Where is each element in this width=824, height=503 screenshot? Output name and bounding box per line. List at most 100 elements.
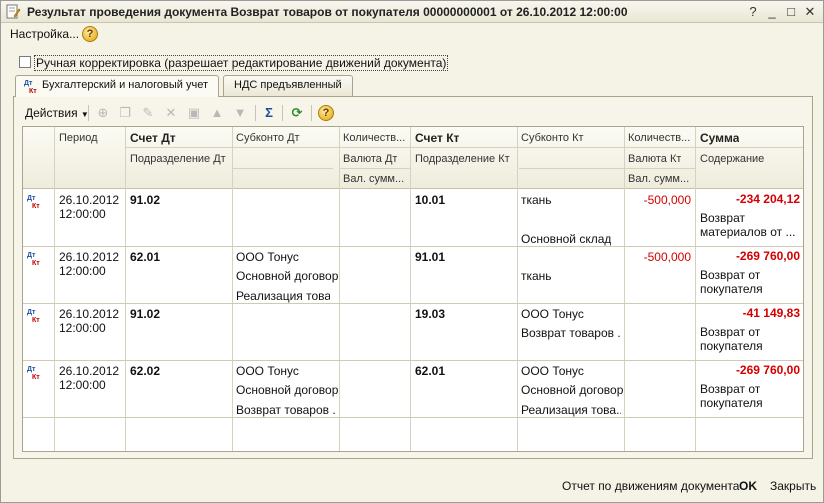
header-quantity-dt[interactable]: Количеств... bbox=[343, 132, 409, 144]
svg-text:Кт: Кт bbox=[32, 317, 40, 323]
header-currency-sum-dt[interactable]: Вал. сумм... bbox=[343, 173, 404, 185]
column-divider bbox=[624, 127, 625, 451]
header-account-kt[interactable]: Счет Кт bbox=[415, 131, 459, 145]
row-divider bbox=[23, 417, 803, 418]
svg-text:Дт: Дт bbox=[27, 309, 36, 316]
header-subconto-dt[interactable]: Субконто Дт bbox=[236, 132, 300, 144]
svg-text:Дт: Дт bbox=[27, 252, 36, 259]
column-divider bbox=[232, 127, 233, 451]
header-currency-kt[interactable]: Валюта Кт bbox=[628, 153, 681, 165]
row-account-kt: 10.01 bbox=[415, 193, 446, 207]
row-content: покупателя bbox=[700, 396, 763, 410]
row-subconto-kt: ткань bbox=[521, 269, 552, 283]
row-subconto-dt: Основной договор bbox=[236, 269, 339, 283]
maximize-button[interactable]: □ bbox=[783, 4, 799, 20]
toolbar-separator bbox=[282, 105, 283, 121]
manual-correction-label[interactable]: Ручная корректировка (разрешает редактир… bbox=[34, 55, 449, 71]
tab-vat-label: НДС предъявленный bbox=[234, 79, 342, 91]
header-divider bbox=[624, 168, 695, 169]
tab-accounting-label: Бухгалтерский и налоговый учет bbox=[42, 79, 209, 91]
header-currency-dt[interactable]: Валюта Дт bbox=[343, 153, 397, 165]
row-time: 12:00:00 bbox=[59, 378, 106, 392]
manual-correction-checkbox[interactable] bbox=[19, 56, 31, 68]
row-content: Возврат от bbox=[700, 382, 761, 396]
header-content[interactable]: Содержание bbox=[700, 153, 764, 165]
help-button[interactable]: ? bbox=[745, 4, 761, 20]
column-divider bbox=[410, 127, 411, 451]
close-button[interactable]: Закрыть bbox=[770, 479, 816, 493]
row-content: Возврат от bbox=[700, 268, 761, 282]
row-quantity-kt: -500,000 bbox=[643, 250, 691, 264]
minimize-button[interactable]: _ bbox=[764, 4, 780, 20]
toolbar-help-icon[interactable]: ? bbox=[318, 105, 334, 121]
header-currency-sum-kt[interactable]: Вал. сумм... bbox=[628, 173, 689, 185]
row-quantity-kt: -500,000 bbox=[643, 193, 691, 207]
actions-menu[interactable]: Действия ▼ bbox=[25, 106, 89, 120]
refresh-icon[interactable]: ⟳ bbox=[289, 105, 305, 121]
row-subconto-dt: Основной договор bbox=[236, 383, 339, 397]
postings-table: Период Счет Дт Субконто Дт Количеств... … bbox=[22, 126, 804, 452]
header-division-dt[interactable]: Подразделение Дт bbox=[130, 153, 226, 165]
delete-icon[interactable]: ✕ bbox=[163, 105, 179, 121]
row-content: материалов от ... bbox=[700, 225, 796, 239]
row-subconto-kt: Реализация това... bbox=[521, 403, 621, 417]
header-division-kt[interactable]: Подразделение Кт bbox=[415, 153, 510, 165]
header-period[interactable]: Период bbox=[59, 132, 98, 144]
title-bar: Результат проведения документа Возврат т… bbox=[1, 1, 823, 23]
settings-menu[interactable]: Настройка... bbox=[10, 27, 79, 41]
sum-icon[interactable]: Σ bbox=[261, 105, 277, 121]
copy-icon[interactable]: ❐ bbox=[117, 105, 133, 121]
edit-icon[interactable]: ✎ bbox=[140, 105, 156, 121]
tab-vat[interactable]: НДС предъявленный bbox=[223, 75, 353, 96]
svg-text:Кт: Кт bbox=[32, 203, 40, 209]
row-subconto-dt: Реализация това... bbox=[236, 289, 330, 303]
row-subconto-dt: ООО Тонус bbox=[236, 250, 299, 264]
row-subconto-kt: ООО Тонус bbox=[521, 364, 584, 378]
movements-report-button[interactable]: Отчет по движениям документа bbox=[562, 479, 739, 493]
row-subconto-dt: ООО Тонус bbox=[236, 364, 299, 378]
row-account-dt: 91.02 bbox=[130, 307, 161, 321]
add-icon[interactable]: ⊕ bbox=[95, 105, 111, 121]
tab-accounting[interactable]: Дт Кт Бухгалтерский и налоговый учет bbox=[15, 75, 219, 97]
svg-text:Дт: Дт bbox=[27, 195, 36, 202]
row-content: Возврат bbox=[700, 211, 745, 225]
row-sum: -269 760,00 bbox=[735, 363, 800, 377]
row-subconto-kt: ООО Тонус bbox=[521, 307, 584, 321]
dt-kt-icon: Дт Кт bbox=[27, 309, 40, 323]
header-sum[interactable]: Сумма bbox=[700, 131, 739, 145]
help-icon[interactable]: ? bbox=[82, 26, 98, 42]
row-divider bbox=[23, 360, 803, 361]
row-sum: -269 760,00 bbox=[735, 249, 800, 263]
header-divider bbox=[519, 168, 624, 169]
row-sum: -41 149,83 bbox=[742, 306, 800, 320]
posting-result-window: Результат проведения документа Возврат т… bbox=[0, 0, 824, 503]
row-subconto-dt: Возврат товаров ... bbox=[236, 403, 336, 417]
row-date: 26.10.2012 bbox=[59, 307, 120, 321]
toolbar: Действия ▼ ⊕ ❐ ✎ ✕ ▣ ▲ ▼ Σ ⟳ ? bbox=[14, 97, 812, 125]
header-quantity-kt[interactable]: Количеств... bbox=[628, 132, 694, 144]
svg-text:Дт: Дт bbox=[24, 80, 33, 87]
row-time: 12:00:00 bbox=[59, 207, 106, 221]
ok-button[interactable]: OK bbox=[739, 479, 757, 493]
row-subconto-kt: ткань bbox=[521, 193, 552, 207]
document-edit-icon bbox=[6, 4, 21, 19]
row-sum: -234 204,12 bbox=[735, 192, 800, 206]
row-time: 12:00:00 bbox=[59, 321, 106, 335]
header-divider bbox=[125, 147, 803, 148]
header-account-dt[interactable]: Счет Дт bbox=[130, 131, 176, 145]
save-icon[interactable]: ▣ bbox=[186, 105, 202, 121]
close-window-button[interactable]: ✕ bbox=[802, 4, 818, 20]
row-account-kt: 19.03 bbox=[415, 307, 446, 321]
move-up-icon[interactable]: ▲ bbox=[209, 105, 225, 121]
menu-bar: Настройка... ? bbox=[1, 23, 823, 45]
svg-text:Дт: Дт bbox=[27, 366, 36, 373]
svg-text:Кт: Кт bbox=[32, 260, 40, 266]
column-divider bbox=[517, 127, 518, 451]
row-date: 26.10.2012 bbox=[59, 364, 120, 378]
header-divider bbox=[339, 168, 410, 169]
header-subconto-kt[interactable]: Субконто Кт bbox=[521, 132, 584, 144]
svg-text:Кт: Кт bbox=[29, 88, 37, 94]
row-date: 26.10.2012 bbox=[59, 250, 120, 264]
move-down-icon[interactable]: ▼ bbox=[232, 105, 248, 121]
row-divider bbox=[23, 303, 803, 304]
